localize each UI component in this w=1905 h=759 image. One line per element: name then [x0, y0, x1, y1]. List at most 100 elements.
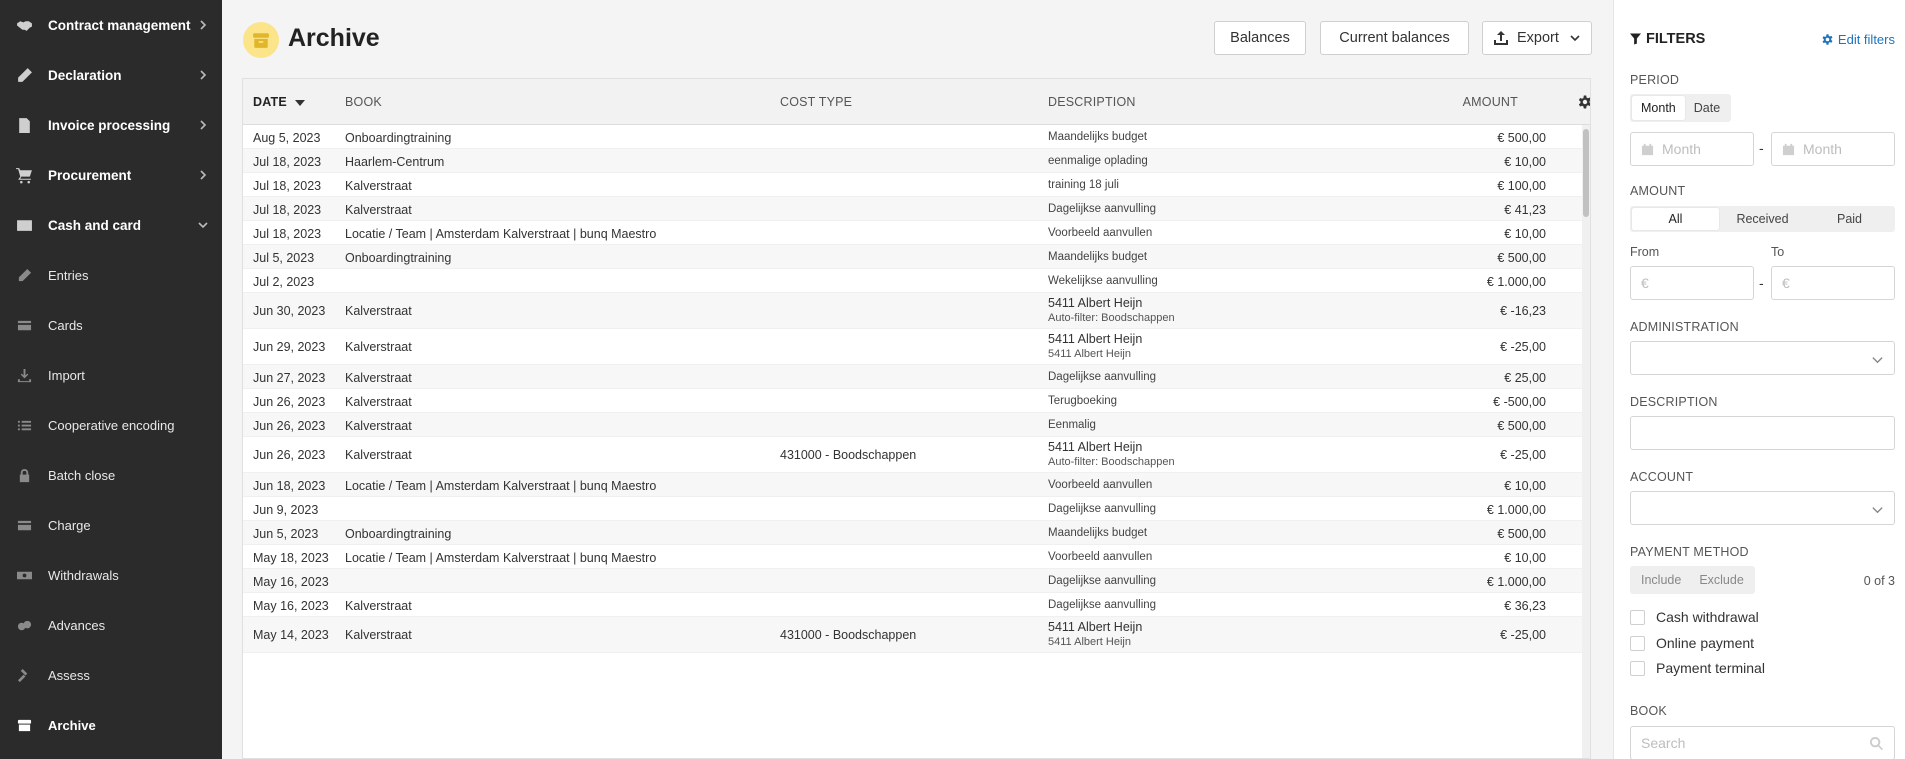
description-line: Voorbeeld aanvullen	[1048, 551, 1153, 563]
payment-include-option[interactable]: Include	[1632, 568, 1690, 592]
chevron-right-icon	[196, 118, 210, 132]
cell-book: Locatie / Team | Amsterdam Kalverstraat …	[345, 479, 657, 493]
checkbox-online-payment[interactable]: Online payment	[1630, 635, 1754, 651]
book-search-input[interactable]: Search	[1630, 726, 1895, 759]
account-select[interactable]	[1630, 491, 1895, 525]
sidebar-item-declaration[interactable]: Declaration	[0, 50, 222, 100]
scrollbar-thumb[interactable]	[1583, 129, 1589, 217]
sidebar-item-assess[interactable]: Assess	[0, 650, 222, 700]
description-line: 5411 Albert Heijn	[1048, 296, 1143, 310]
table-row[interactable]: Jul 18, 2023 Locatie / Team | Amsterdam K…	[243, 221, 1590, 245]
table-row[interactable]: May 16, 2023 Dagelijkse aanvulling € 1.000…	[243, 569, 1590, 593]
sidebar-item-procurement[interactable]: Procurement	[0, 150, 222, 200]
cell-description: Dagelijkse aanvulling	[1048, 203, 1156, 215]
table-row[interactable]: May 14, 2023 Kalverstraat 431000 - Boodsch…	[243, 617, 1590, 653]
description-line: Voorbeeld aanvullen	[1048, 479, 1153, 491]
sidebar-item-label: Procurement	[48, 167, 132, 183]
balances-button[interactable]: Balances	[1214, 21, 1306, 55]
amount-label: AMOUNT	[1630, 184, 1686, 198]
edit-filters-link[interactable]: Edit filters	[1821, 32, 1895, 47]
description-line: Dagelijkse aanvulling	[1048, 575, 1157, 587]
amount-to-input[interactable]: €	[1771, 266, 1895, 300]
checkbox-payment-terminal[interactable]: Payment terminal	[1630, 660, 1765, 676]
column-header-amount[interactable]: AMOUNT	[1463, 95, 1518, 109]
period-option-month[interactable]: Month	[1632, 96, 1685, 120]
sidebar-item-advances[interactable]: Advances	[0, 600, 222, 650]
table-row[interactable]: Jul 2, 2023 Wekelijkse aanvulling € 1.000,…	[243, 269, 1590, 293]
cell-description: 5411 Albert Heijn Auto-filter: Boodschapp…	[1048, 296, 1175, 324]
sidebar-item-withdrawals[interactable]: Withdrawals	[0, 550, 222, 600]
payment-method-count: 0 of 3	[1863, 574, 1895, 588]
cell-date: May 18, 2023	[253, 551, 329, 565]
cell-date: Jul 5, 2023	[253, 251, 315, 265]
table-row[interactable]: Jun 5, 2023 Onboardingtraining Maandelijks…	[243, 521, 1590, 545]
amount-option-paid[interactable]: Paid	[1806, 208, 1893, 230]
cell-book: Kalverstraat	[345, 371, 412, 385]
filters-title-text: FILTERS	[1646, 31, 1706, 47]
administration-label: ADMINISTRATION	[1630, 320, 1739, 334]
column-header-book[interactable]: BOOK	[345, 95, 382, 109]
cell-description: Eenmalig	[1048, 419, 1096, 431]
cell-description: 5411 Albert Heijn 5411 Albert Heijn	[1048, 332, 1142, 360]
checkbox-cash-withdrawal[interactable]: Cash withdrawal	[1630, 609, 1759, 625]
sidebar-item-label: Withdrawals	[48, 567, 119, 583]
period-option-date[interactable]: Date	[1685, 96, 1729, 120]
card-icon	[14, 315, 34, 335]
table-row[interactable]: Aug 5, 2023 Onboardingtraining Maandelijks…	[243, 125, 1590, 149]
sidebar-item-cards[interactable]: Cards	[0, 300, 222, 350]
amount-option-received[interactable]: Received	[1719, 208, 1806, 230]
table-scrollbar[interactable]	[1582, 125, 1590, 758]
table-row[interactable]: Jul 18, 2023 Kalverstraat Dagelijkse aanvu…	[243, 197, 1590, 221]
upload-icon	[1493, 30, 1509, 46]
period-from-input[interactable]: Month	[1630, 132, 1754, 166]
column-header-date[interactable]: DATE	[253, 95, 305, 109]
amount-option-all[interactable]: All	[1632, 208, 1719, 230]
sidebar-item-import[interactable]: Import	[0, 350, 222, 400]
cell-description: Maandelijks budget	[1048, 527, 1147, 539]
coins-icon	[14, 615, 34, 635]
cell-book: Kalverstraat	[345, 395, 412, 409]
table-row[interactable]: Jun 26, 2023 Kalverstraat 431000 - Boodsch…	[243, 437, 1590, 473]
table-row[interactable]: Jul 18, 2023 Kalverstraat training 18 juli…	[243, 173, 1590, 197]
sidebar-item-archive[interactable]: Archive	[0, 700, 222, 750]
amount-from-input[interactable]: €	[1630, 266, 1754, 300]
checkbox-box[interactable]	[1630, 660, 1645, 676]
sidebar-item-cash-and-card[interactable]: Cash and card	[0, 200, 222, 250]
table-row[interactable]: Jun 27, 2023 Kalverstraat Dagelijkse aanvu…	[243, 365, 1590, 389]
pencil-icon	[14, 65, 34, 85]
gear-icon[interactable]	[1577, 94, 1590, 110]
table-row[interactable]: Jun 18, 2023 Locatie / Team | Amsterdam K…	[243, 473, 1590, 497]
sidebar-item-batch-close[interactable]: Batch close	[0, 450, 222, 500]
current-balances-button[interactable]: Current balances	[1320, 21, 1469, 55]
cell-amount: € 10,00	[1504, 551, 1546, 565]
sidebar-item-entries[interactable]: Entries	[0, 250, 222, 300]
column-header-cost-type[interactable]: COST TYPE	[780, 95, 852, 109]
table-row[interactable]: Jul 5, 2023 Onboardingtraining Maandelijks…	[243, 245, 1590, 269]
sidebar-item-cooperative-encoding[interactable]: Cooperative encoding	[0, 400, 222, 450]
table-row[interactable]: Jun 26, 2023 Kalverstraat Terugboeking € -5…	[243, 389, 1590, 413]
table-row[interactable]: Jun 29, 2023 Kalverstraat 5411 Albert Heij…	[243, 329, 1590, 365]
cash-icon	[14, 565, 34, 585]
table-row[interactable]: May 16, 2023 Kalverstraat Dagelijkse aanvu…	[243, 593, 1590, 617]
period-to-input[interactable]: Month	[1771, 132, 1895, 166]
sidebar-item-contract-management[interactable]: Contract management	[0, 0, 222, 50]
table-row[interactable]: Jul 18, 2023 Haarlem-Centrum eenmalige opl…	[243, 149, 1590, 173]
cell-date: Jun 26, 2023	[253, 448, 326, 462]
administration-select[interactable]	[1630, 341, 1895, 375]
description-line: Voorbeeld aanvullen	[1048, 227, 1153, 239]
sidebar-item-charge[interactable]: Charge	[0, 500, 222, 550]
checkbox-box[interactable]	[1630, 635, 1645, 651]
column-header-description[interactable]: DESCRIPTION	[1048, 95, 1136, 109]
table-row[interactable]: May 18, 2023 Locatie / Team | Amsterdam K…	[243, 545, 1590, 569]
description-input[interactable]	[1630, 416, 1895, 450]
checkbox-box[interactable]	[1630, 609, 1645, 625]
sidebar-item-invoice-processing[interactable]: Invoice processing	[0, 100, 222, 150]
filter-icon	[1630, 33, 1641, 45]
cell-amount: € -25,00	[1500, 340, 1546, 354]
export-button[interactable]: Export	[1482, 21, 1592, 55]
table-row[interactable]: Jun 9, 2023 Dagelijkse aanvulling € 1.000,…	[243, 497, 1590, 521]
table-row[interactable]: Jun 30, 2023 Kalverstraat 5411 Albert Heij…	[243, 293, 1590, 329]
payment-exclude-option[interactable]: Exclude	[1690, 568, 1752, 592]
gavel-icon	[14, 665, 34, 685]
table-row[interactable]: Jun 26, 2023 Kalverstraat Eenmalig € 500,00	[243, 413, 1590, 437]
